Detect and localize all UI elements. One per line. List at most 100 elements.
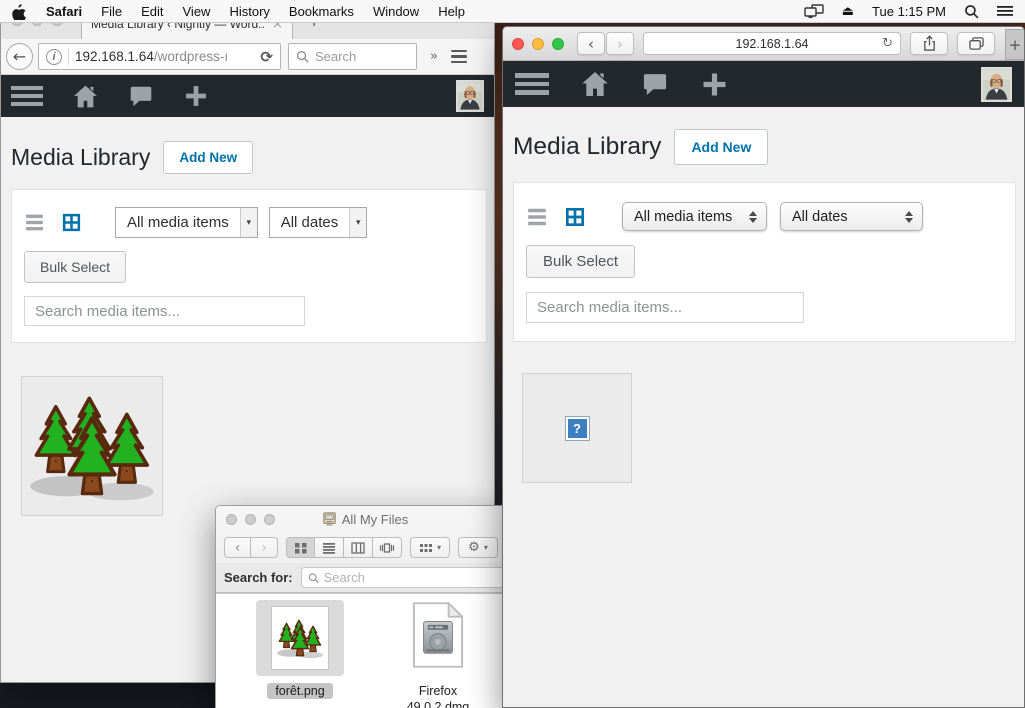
menu-edit[interactable]: Edit <box>141 4 163 19</box>
firefox-menu-icon[interactable] <box>450 49 467 64</box>
menu-view[interactable]: View <box>183 4 211 19</box>
page-title: Media Library <box>513 133 662 160</box>
chevron-down-icon: ▾ <box>436 543 441 552</box>
menu-help[interactable]: Help <box>438 4 465 19</box>
menu-app-name[interactable]: Safari <box>46 4 82 19</box>
search-for-label: Search for: <box>224 570 293 585</box>
close-window-button[interactable] <box>512 37 524 50</box>
list-view-icon[interactable] <box>526 206 548 228</box>
spotlight-icon[interactable] <box>964 4 979 19</box>
share-button[interactable] <box>910 32 949 55</box>
media-type-select[interactable]: All media items <box>622 202 767 231</box>
page-title: Media Library <box>11 144 151 170</box>
address-bar[interactable]: 192.168.1.64 ↻ <box>643 32 902 55</box>
action-menu-button[interactable]: ⚙ ▾ <box>458 537 498 558</box>
menu-history[interactable]: History <box>229 4 269 19</box>
menu-bar: Safari File Edit View History Bookmarks … <box>0 0 1025 23</box>
date-filter-select[interactable]: All dates ▾ <box>268 207 368 238</box>
forward-button[interactable]: › <box>606 32 634 55</box>
bulk-select-button[interactable]: Bulk Select <box>526 245 636 278</box>
menu-clock[interactable]: Tue 1:15 PM <box>872 4 946 19</box>
forest-image <box>275 610 325 666</box>
home-icon[interactable] <box>71 82 100 111</box>
zoom-window-button[interactable] <box>264 514 275 525</box>
list-view-icon[interactable] <box>24 212 45 233</box>
finder-file-area: forêt.png Firefox 49.0.2.dmg <box>216 594 514 708</box>
media-item-forest[interactable] <box>21 376 163 516</box>
finder-search-row: Search for: <box>216 563 514 593</box>
finder-window-title: All My Files <box>341 511 409 527</box>
file-name[interactable]: forêt.png <box>267 683 333 699</box>
finder-search-field[interactable] <box>300 567 506 588</box>
reload-icon[interactable]: ⟳ <box>260 48 273 66</box>
back-button[interactable]: ← <box>6 43 33 70</box>
wp-menu-icon[interactable] <box>515 73 549 95</box>
arrange-menu-button[interactable]: ▾ <box>410 537 450 558</box>
gear-icon: ⚙ <box>468 540 480 555</box>
bulk-select-button[interactable]: Bulk Select <box>24 251 127 283</box>
comments-icon[interactable] <box>641 70 669 98</box>
reload-icon[interactable]: ↻ <box>882 36 893 51</box>
chevron-down-icon: ▾ <box>483 543 488 552</box>
zoom-window-button[interactable] <box>552 37 564 50</box>
coverflow-view-button[interactable] <box>373 537 402 558</box>
computer-icon <box>322 512 337 527</box>
add-new-button[interactable]: Add New <box>674 129 769 165</box>
file-foret-png[interactable]: forêt.png <box>252 600 348 708</box>
finder-search-input[interactable] <box>323 570 499 585</box>
missing-image-icon: ? <box>565 416 589 440</box>
finder-back-button[interactable]: ‹ <box>224 537 251 558</box>
media-item-broken[interactable]: ? <box>522 373 632 483</box>
new-content-icon[interactable] <box>699 69 730 100</box>
file-firefox-dmg[interactable]: Firefox 49.0.2.dmg <box>390 600 486 708</box>
url-divider <box>68 48 69 65</box>
back-button[interactable]: ‹ <box>577 32 605 55</box>
new-tab-button[interactable]: + <box>1005 29 1024 60</box>
list-view-button[interactable] <box>315 537 344 558</box>
apple-icon <box>12 3 26 20</box>
menu-window[interactable]: Window <box>373 4 419 19</box>
finder-toolbar: ‹ › ▾ ⚙ ▾ <box>216 532 514 563</box>
icon-view-button[interactable] <box>286 537 315 558</box>
media-search-input[interactable] <box>526 292 804 323</box>
menu-bookmarks[interactable]: Bookmarks <box>289 4 354 19</box>
firefox-search-bar[interactable] <box>288 43 417 70</box>
minimize-window-button[interactable] <box>245 514 256 525</box>
file-name[interactable]: Firefox 49.0.2.dmg <box>407 683 470 708</box>
url-bar[interactable]: i 192.168.1.64/wordpress-ı ⟳ <box>38 43 281 70</box>
media-type-value: All media items <box>127 214 229 231</box>
safari-window: ‹ › 192.168.1.64 ↻ » + Media Library Add… <box>502 26 1025 708</box>
close-window-button[interactable] <box>226 514 237 525</box>
overflow-chevrons-icon[interactable]: » <box>430 49 438 64</box>
home-icon[interactable] <box>579 68 611 100</box>
search-icon <box>296 50 309 63</box>
media-type-value: All media items <box>634 208 733 225</box>
finder-forward-button[interactable]: › <box>251 537 278 558</box>
dropdown-arrow-icon: ▾ <box>239 208 257 237</box>
column-view-button[interactable] <box>344 537 373 558</box>
media-type-select[interactable]: All media items ▾ <box>115 207 258 238</box>
comments-icon[interactable] <box>128 83 154 109</box>
notification-center-icon[interactable] <box>997 5 1013 17</box>
site-info-icon[interactable]: i <box>46 48 62 65</box>
finder-title-bar[interactable]: All My Files <box>216 506 514 532</box>
search-input[interactable] <box>315 49 395 64</box>
avatar[interactable] <box>456 80 484 112</box>
displays-menu-icon[interactable] <box>804 4 824 19</box>
url-text: 192.168.1.64 <box>735 36 809 51</box>
eject-icon[interactable]: ⏏ <box>842 4 854 19</box>
menu-file[interactable]: File <box>101 4 122 19</box>
avatar[interactable] <box>981 66 1012 102</box>
media-search-input[interactable] <box>24 296 305 326</box>
apple-menu[interactable] <box>12 3 26 20</box>
new-content-icon[interactable] <box>182 82 210 110</box>
grid-view-icon[interactable] <box>564 206 586 228</box>
minimize-window-button[interactable] <box>532 37 544 50</box>
search-icon <box>308 572 319 584</box>
wp-menu-icon[interactable] <box>11 86 43 106</box>
finder-window: All My Files ‹ › ▾ ⚙ ▾ Search for: Searc… <box>215 505 515 708</box>
date-filter-select[interactable]: All dates <box>780 202 923 231</box>
show-all-tabs-button[interactable] <box>957 32 996 55</box>
grid-view-icon[interactable] <box>61 212 82 233</box>
add-new-button[interactable]: Add New <box>163 141 254 174</box>
